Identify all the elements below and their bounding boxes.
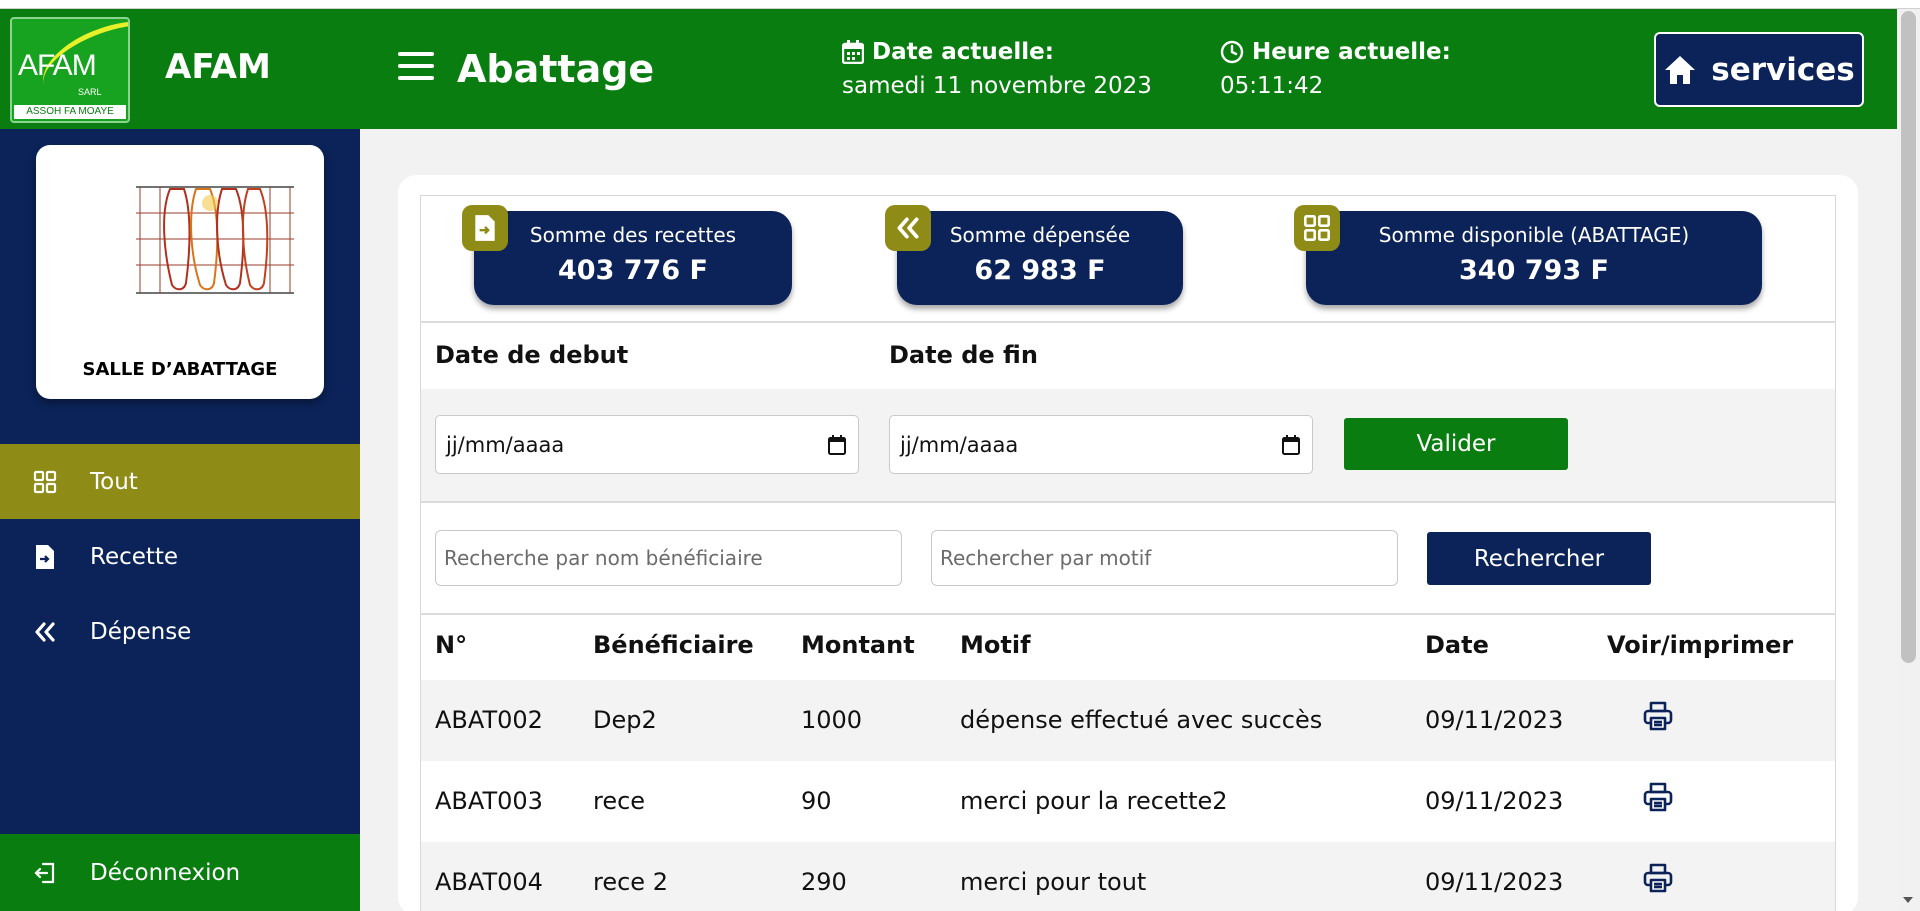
validate-button[interactable]: Valider [1344, 418, 1568, 470]
stat-label: Somme disponible (ABATTAGE) [1378, 223, 1690, 247]
end-date-input[interactable]: jj/mm/aaaa [889, 415, 1313, 474]
logo-sarl: SARL [78, 87, 102, 97]
stat-value: 340 793 F [1459, 255, 1609, 286]
cell-motif: merci pour tout [960, 868, 1147, 896]
top-header: AFAM SARL ASSOH FA MOAYE AFAM Abattage D… [0, 9, 1897, 129]
current-date-label: Date actuelle: [842, 39, 1054, 65]
afam-logo[interactable]: AFAM SARL ASSOH FA MOAYE [10, 17, 130, 123]
table-row: ABAT002 Dep2 1000 dépense effectué avec … [421, 680, 1835, 761]
sidebar-item-tout[interactable]: Tout [0, 444, 360, 519]
column-header-num: N° [435, 631, 468, 659]
cell-beneficiaire: rece 2 [593, 868, 668, 896]
sidebar-item-depense[interactable]: Dépense [0, 594, 360, 669]
stat-value: 403 776 F [558, 255, 708, 286]
start-date-label: Date de debut [435, 341, 629, 369]
services-button[interactable]: services [1654, 32, 1864, 107]
sidebar-item-recette[interactable]: Recette [0, 519, 360, 594]
slaughter-illustration [136, 186, 294, 294]
cell-num: ABAT004 [435, 868, 543, 896]
hamburger-menu-icon[interactable] [398, 52, 434, 82]
double-chevron-left-icon [35, 621, 55, 642]
motif-search-input[interactable]: Rechercher par motif [931, 530, 1398, 586]
stat-card-recettes: Somme des recettes 403 776 F [462, 205, 792, 305]
divider [420, 321, 1836, 323]
cell-beneficiaire: rece [593, 787, 646, 815]
beneficiary-search-input[interactable]: Recherche par nom bénéficiaire [435, 530, 902, 586]
slaughter-room-title: SALLE D’ABATTAGE [82, 359, 278, 380]
table-row: ABAT003 rece 90 merci pour la recette2 0… [421, 761, 1835, 842]
cell-beneficiaire: Dep2 [593, 706, 657, 734]
sidebar-item-label: Dépense [90, 618, 192, 645]
end-date-value: jj/mm/aaaa [900, 432, 1019, 457]
file-in-icon [36, 544, 54, 569]
current-date-label-text: Date actuelle: [872, 39, 1054, 65]
column-header-montant: Montant [801, 631, 915, 659]
page-title: Abattage [457, 47, 655, 91]
table-row: ABAT004 rece 2 290 merci pour tout 09/11… [421, 842, 1835, 911]
divider [420, 613, 1836, 615]
page-scrollbar[interactable] [1897, 9, 1920, 911]
cell-montant: 90 [801, 787, 832, 815]
column-header-motif: Motif [960, 631, 1031, 659]
cell-montant: 1000 [801, 706, 863, 734]
home-icon [1665, 55, 1696, 84]
window-top-edge [0, 0, 1920, 9]
logo-tagline: ASSOH FA MOAYE [14, 105, 126, 119]
column-header-date: Date [1425, 631, 1489, 659]
services-button-label: services [1711, 51, 1855, 88]
stat-card-disponible: Somme disponible (ABATTAGE) 340 793 F [1294, 205, 1762, 305]
scroll-down-arrow-icon[interactable] [1903, 897, 1913, 903]
logout-label: Déconnexion [90, 859, 241, 886]
current-time-value: 05:11:42 [1220, 73, 1324, 99]
current-time-label: Heure actuelle: [1220, 39, 1451, 65]
stat-card-depensee: Somme dépensée 62 983 F [885, 205, 1183, 305]
cell-num: ABAT003 [435, 787, 543, 815]
cell-date: 09/11/2023 [1425, 868, 1564, 896]
sidebar: SALLE D’ABATTAGE Tout Recette Dépense Dé… [0, 129, 360, 911]
stat-label: Somme dépensée [949, 223, 1131, 247]
clock-icon [1220, 40, 1244, 64]
logo-text: AFAM [18, 49, 97, 82]
current-date-value: samedi 11 novembre 2023 [842, 73, 1152, 99]
sidebar-item-label: Recette [90, 543, 179, 570]
cell-montant: 290 [801, 868, 847, 896]
calendar-icon [842, 40, 864, 64]
search-button[interactable]: Rechercher [1427, 532, 1651, 585]
current-time-label-text: Heure actuelle: [1252, 39, 1451, 65]
sidebar-item-label: Tout [90, 468, 138, 495]
end-date-label: Date de fin [889, 341, 1038, 369]
cell-date: 09/11/2023 [1425, 706, 1564, 734]
divider [420, 501, 1836, 503]
logout-icon [34, 862, 55, 883]
printer-icon[interactable] [1642, 700, 1674, 732]
stat-label: Somme des recettes [529, 223, 737, 247]
column-header-beneficiaire: Bénéficiaire [593, 631, 754, 659]
start-date-input[interactable]: jj/mm/aaaa [435, 415, 859, 474]
cell-date: 09/11/2023 [1425, 787, 1564, 815]
cell-motif: merci pour la recette2 [960, 787, 1228, 815]
logout-button[interactable]: Déconnexion [0, 834, 360, 911]
brand-name: AFAM [165, 47, 271, 87]
cell-motif: dépense effectué avec succès [960, 706, 1323, 734]
scrollbar-thumb[interactable] [1901, 11, 1916, 663]
calendar-icon[interactable] [1282, 434, 1300, 455]
calendar-icon[interactable] [828, 434, 846, 455]
printer-icon[interactable] [1642, 781, 1674, 813]
start-date-value: jj/mm/aaaa [446, 432, 565, 457]
printer-icon[interactable] [1642, 862, 1674, 894]
stat-value: 62 983 F [974, 255, 1106, 286]
grid-icon [33, 470, 57, 493]
column-header-voir-imprimer: Voir/imprimer [1607, 631, 1794, 659]
cell-num: ABAT002 [435, 706, 543, 734]
slaughter-room-card: SALLE D’ABATTAGE [36, 145, 324, 399]
